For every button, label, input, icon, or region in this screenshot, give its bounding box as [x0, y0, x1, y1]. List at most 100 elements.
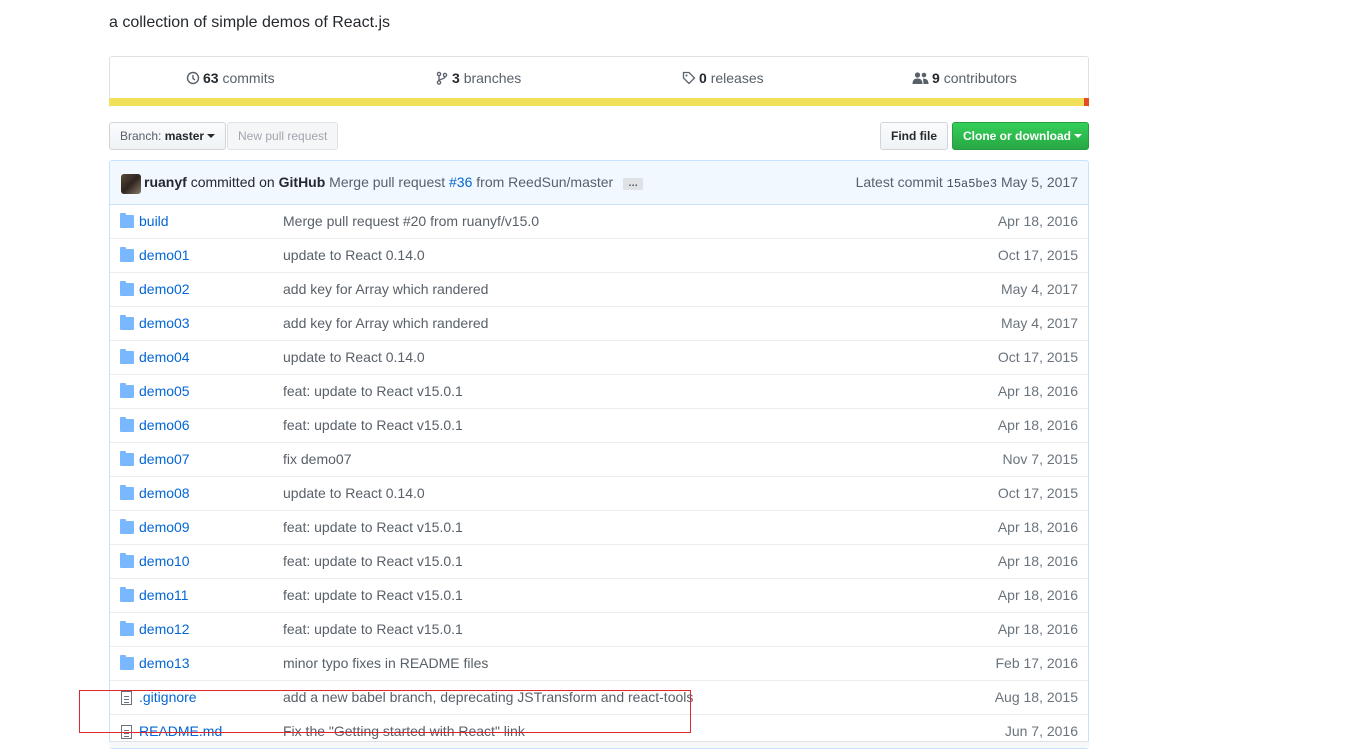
committer-link[interactable]: GitHub — [279, 174, 326, 190]
file-row: demo02 add key for Array which randered Ma… — [110, 272, 1088, 306]
history-icon — [186, 71, 200, 85]
clone-or-download-label: Clone or download — [963, 129, 1071, 143]
commit-date: May 5, 2017 — [1000, 174, 1078, 190]
people-icon — [912, 72, 929, 84]
commit-author-link[interactable]: ruanyf — [144, 174, 187, 190]
file-row: demo10 feat: update to React v15.0.1 Apr 1… — [110, 544, 1088, 578]
language-bar-javascript — [109, 98, 1084, 106]
contributors-label: contributors — [943, 70, 1017, 86]
folder-icon — [120, 621, 134, 636]
commit-message-link[interactable]: feat: update to React v15.0.1 — [283, 383, 463, 399]
file-name-link[interactable]: demo06 — [139, 417, 190, 433]
file-name-link[interactable]: demo10 — [139, 553, 190, 569]
commit-age: Aug 18, 2015 — [994, 689, 1078, 705]
commit-age: Jun 7, 2016 — [1004, 723, 1078, 739]
file-name-link[interactable]: demo08 — [139, 485, 190, 501]
file-name-link[interactable]: .gitignore — [139, 689, 197, 705]
folder-icon — [120, 587, 134, 602]
folder-icon — [120, 315, 134, 330]
file-name-link[interactable]: demo13 — [139, 655, 190, 671]
commit-message-link[interactable]: minor typo fixes in README files — [283, 655, 488, 671]
latest-commit-bar: ruanyf committed on GitHub Merge pull re… — [110, 161, 1088, 205]
commit-message-link[interactable]: feat: update to React v15.0.1 — [283, 519, 463, 535]
file-name-link[interactable]: demo04 — [139, 349, 190, 365]
branches-label: branches — [463, 70, 522, 86]
file-name-link[interactable]: demo03 — [139, 315, 190, 331]
commits-link[interactable]: 63 commits — [186, 70, 275, 86]
file-row: demo04 update to React 0.14.0 Oct 17, 2015 — [110, 340, 1088, 374]
commit-age: Apr 18, 2016 — [997, 519, 1078, 535]
latest-commit-label: Latest commit — [855, 174, 943, 190]
commit-message-link[interactable]: feat: update to React v15.0.1 — [283, 553, 463, 569]
file-row: demo01 update to React 0.14.0 Oct 17, 2015 — [110, 238, 1088, 272]
commit-age: May 4, 2017 — [1000, 315, 1078, 331]
committed-on-text: committed on — [190, 174, 275, 190]
commit-age: Apr 18, 2016 — [997, 213, 1078, 229]
branches-link[interactable]: 3 branches — [435, 70, 521, 86]
caret-down-icon — [207, 134, 216, 138]
commit-message-link[interactable]: update to React 0.14.0 — [283, 247, 425, 263]
file-name-link[interactable]: demo09 — [139, 519, 190, 535]
releases-link[interactable]: 0 releases — [682, 70, 764, 86]
commit-message-link[interactable]: feat: update to React v15.0.1 — [283, 621, 463, 637]
folder-icon — [120, 485, 134, 500]
commit-message-link[interactable]: Merge pull request #20 from ruanyf/v15.0 — [283, 213, 539, 229]
file-name-link[interactable]: build — [139, 213, 169, 229]
commit-age: Apr 18, 2016 — [997, 621, 1078, 637]
commit-age: Nov 7, 2015 — [1002, 451, 1079, 467]
commit-age: Oct 17, 2015 — [997, 485, 1078, 501]
commit-message-link[interactable]: feat: update to React v15.0.1 — [283, 587, 463, 603]
branch-select-button[interactable]: Branch: master — [109, 122, 227, 150]
file-table: ruanyf committed on GitHub Merge pull re… — [109, 160, 1089, 749]
commit-sha-link[interactable]: 15a5be3 — [947, 177, 997, 191]
file-name-link[interactable]: demo12 — [139, 621, 190, 637]
commit-message-link[interactable]: Fix the "Getting started with React" lin… — [283, 723, 525, 739]
avatar[interactable] — [121, 174, 141, 194]
file-row: .gitignore add a new babel branch, deprec… — [110, 680, 1088, 714]
commit-message-link[interactable]: update to React 0.14.0 — [283, 349, 425, 365]
branches-count: 3 — [452, 70, 460, 86]
releases-label: releases — [710, 70, 764, 86]
commits-label: commits — [222, 70, 275, 86]
new-pull-request-button[interactable]: New pull request — [227, 122, 339, 150]
repo-description: a collection of simple demos of React.js — [109, 14, 391, 31]
commit-message-link[interactable]: feat: update to React v15.0.1 — [283, 417, 463, 433]
language-bar[interactable] — [109, 98, 1089, 106]
file-name-link[interactable]: demo07 — [139, 451, 190, 467]
file-name-link[interactable]: README.md — [139, 723, 222, 739]
commit-age: Oct 17, 2015 — [997, 349, 1078, 365]
contributors-link[interactable]: 9 contributors — [912, 70, 1017, 86]
branch-name: master — [164, 129, 205, 143]
file-row: demo06 feat: update to React v15.0.1 Apr 1… — [110, 408, 1088, 442]
folder-icon — [120, 349, 134, 364]
commit-age: Apr 18, 2016 — [997, 383, 1078, 399]
file-row: demo12 feat: update to React v15.0.1 Apr 1… — [110, 612, 1088, 646]
pull-request-link[interactable]: #36 — [449, 174, 472, 190]
tag-icon — [682, 71, 696, 85]
file-name-link[interactable]: demo11 — [139, 587, 189, 603]
folder-icon — [120, 655, 134, 670]
expand-commit-message-button[interactable]: … — [623, 178, 644, 190]
commit-age: Apr 18, 2016 — [997, 417, 1078, 433]
commit-message-link[interactable]: add key for Array which randered — [283, 281, 488, 297]
clone-or-download-button[interactable]: Clone or download — [952, 122, 1089, 150]
file-icon — [121, 725, 132, 739]
file-row: demo08 update to React 0.14.0 Oct 17, 2015 — [110, 476, 1088, 510]
commit-message-prefix[interactable]: Merge pull request — [329, 174, 445, 190]
find-file-button[interactable]: Find file — [880, 122, 948, 150]
file-name-link[interactable]: demo02 — [139, 281, 190, 297]
commit-message-suffix[interactable]: from ReedSun/master — [476, 174, 613, 190]
commit-message-link[interactable]: update to React 0.14.0 — [283, 485, 425, 501]
commit-message-link[interactable]: add key for Array which randered — [283, 315, 488, 331]
folder-icon — [120, 213, 134, 228]
branch-prefix: Branch: — [120, 129, 162, 143]
commit-message-link[interactable]: fix demo07 — [283, 451, 351, 467]
file-name-link[interactable]: demo01 — [139, 247, 190, 263]
file-row: demo07 fix demo07 Nov 7, 2015 — [110, 442, 1088, 476]
file-row: demo11 feat: update to React v15.0.1 Apr 1… — [110, 578, 1088, 612]
file-row: demo03 add key for Array which randered Ma… — [110, 306, 1088, 340]
commits-count: 63 — [203, 70, 219, 86]
commit-message-link[interactable]: add a new babel branch, deprecating JSTr… — [283, 689, 693, 705]
file-name-link[interactable]: demo05 — [139, 383, 190, 399]
folder-icon — [120, 417, 134, 432]
